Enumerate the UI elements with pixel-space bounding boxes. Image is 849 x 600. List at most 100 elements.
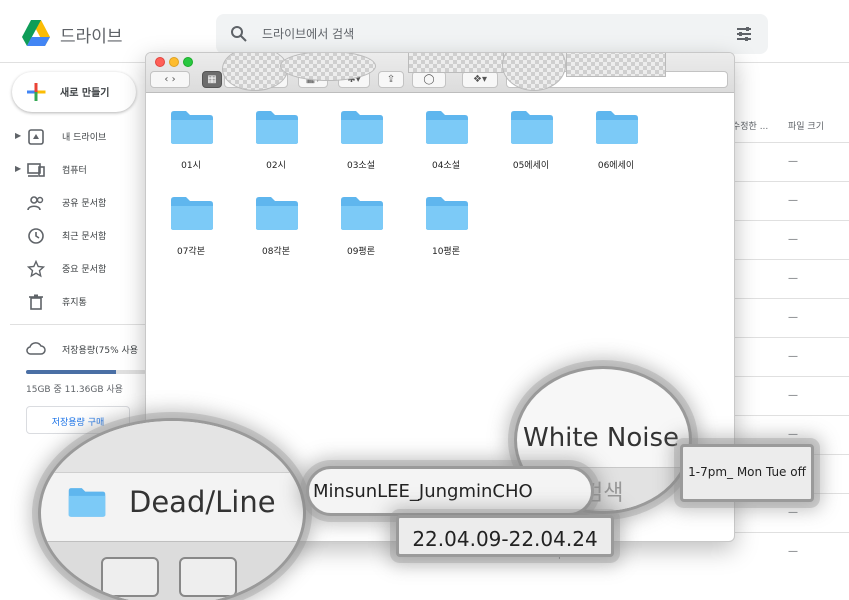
people-icon: [27, 196, 44, 211]
plus-icon: [27, 83, 46, 101]
exhibition-dates: 22.04.09-22.04.24: [412, 527, 598, 551]
clock-icon: [28, 228, 44, 244]
folder-label: 03소설: [346, 161, 375, 171]
zoom-window-button[interactable]: [183, 57, 193, 67]
folder-label: 02시: [266, 161, 286, 171]
grid-view-icon: ▦: [207, 74, 217, 85]
app-title: 드라이브: [60, 27, 123, 47]
google-drive-logo-icon[interactable]: [22, 20, 50, 46]
folder-icon: [171, 111, 213, 144]
folder-item[interactable]: 10평론: [411, 194, 481, 264]
folder-item[interactable]: 07각본: [156, 194, 226, 264]
opening-hours: 1-7pm_ Mon Tue off: [688, 465, 806, 479]
folder-item[interactable]: 04소설: [411, 108, 481, 178]
magnified-view-button: [179, 557, 237, 597]
search-input[interactable]: 드라이브에서 검색: [262, 25, 354, 42]
search-icon[interactable]: [230, 25, 248, 43]
folder-icon: [256, 111, 298, 144]
search-bar[interactable]: 드라이브에서 검색: [216, 14, 768, 54]
magnifier-hours: 1-7pm_ Mon Tue off: [680, 444, 814, 502]
folder-icon: [341, 197, 383, 230]
tags-button[interactable]: ◯: [412, 71, 446, 88]
folder-label: 06에세이: [597, 161, 635, 171]
folder-icon: [511, 111, 553, 144]
folder-label: 09평론: [346, 247, 375, 257]
column-header-size[interactable]: 파일 크기: [788, 119, 824, 132]
folder-icon: [171, 197, 213, 230]
dropbox-icon: ❖▾: [473, 74, 487, 85]
folder-label: 01시: [181, 161, 201, 171]
magnifier-dates: 22.04.09-22.04.24: [396, 515, 614, 557]
folder-item[interactable]: 09평론: [326, 194, 396, 264]
sidebar-item-recent[interactable]: 최근 문서함: [0, 225, 150, 247]
redacted-area: [280, 53, 376, 81]
sidebar-item-starred[interactable]: 중요 문서함: [0, 258, 150, 280]
sidebar-item-label: 휴지통: [62, 298, 87, 308]
chevron-left-right-icon: ‹ ›: [164, 74, 176, 85]
file-size-cell: —: [788, 546, 798, 557]
computer-icon: [27, 163, 45, 177]
share-icon: ⇪: [386, 74, 396, 85]
magnified-volume-name: White Noise: [523, 423, 679, 453]
sidebar-item-trash[interactable]: 휴지통: [0, 291, 150, 313]
redacted-area: [408, 53, 504, 73]
folder-icon: [596, 111, 638, 144]
search-options-icon[interactable]: [734, 24, 754, 44]
file-size-cell: —: [788, 234, 798, 245]
star-icon: [27, 260, 45, 278]
file-size-cell: —: [788, 390, 798, 401]
storage-usage-text: 15GB 중 11.36GB 사용: [26, 385, 123, 395]
file-size-cell: —: [788, 507, 798, 518]
my-drive-icon: [28, 129, 44, 145]
new-button[interactable]: 새로 만들기: [12, 72, 136, 112]
icon-view-button[interactable]: ▦: [202, 71, 222, 88]
file-size-cell: —: [788, 351, 798, 362]
redacted-area: [566, 53, 666, 77]
storage-label[interactable]: 저장용량(75% 사용: [62, 343, 138, 356]
storage-progress-bar: [26, 370, 146, 374]
folder-label: 04소설: [431, 161, 460, 171]
finder-toolbar: ‹ › ▦ ≡ ▥ ▭ ▦▾ ✱▾ ⇪ ◯ ❖▾: [146, 53, 734, 93]
sidebar-item-label: 최근 문서함: [62, 232, 107, 242]
column-header-modified[interactable]: 수정한 ...: [732, 119, 768, 132]
folder-item[interactable]: 05에세이: [496, 108, 566, 178]
expand-caret-icon[interactable]: ▶: [15, 131, 21, 140]
folder-icon: [68, 488, 106, 517]
magnifier-artists: MinsunLEE_JungminCHO: [306, 466, 594, 516]
dropbox-button[interactable]: ❖▾: [462, 71, 498, 88]
file-size-cell: —: [788, 312, 798, 323]
sidebar-item-computers[interactable]: ▶ 컴퓨터: [0, 159, 150, 181]
folder-item[interactable]: 08각본: [241, 194, 311, 264]
folder-item[interactable]: 02시: [241, 108, 311, 178]
magnified-toolbar-bottom: [41, 541, 303, 600]
minimize-window-button[interactable]: [169, 57, 179, 67]
sidebar-item-my-drive[interactable]: ▶ 내 드라이브: [0, 126, 150, 148]
magnified-folder-name: Dead/Line: [129, 485, 276, 519]
folder-icon: [256, 197, 298, 230]
sidebar-item-shared[interactable]: 공유 문서함: [0, 192, 150, 214]
cloud-icon: [26, 342, 46, 355]
folder-label: 10평론: [431, 247, 460, 257]
folder-icon: [426, 111, 468, 144]
tag-icon: ◯: [423, 74, 435, 85]
close-window-button[interactable]: [155, 57, 165, 67]
file-size-cell: —: [788, 195, 798, 206]
sidebar-item-label: 공유 문서함: [62, 199, 107, 209]
folder-icon: [341, 111, 383, 144]
file-size-cell: —: [788, 429, 798, 440]
share-button[interactable]: ⇪: [378, 71, 404, 88]
folder-item[interactable]: 01시: [156, 108, 226, 178]
storage-progress-fill: [26, 370, 116, 374]
back-forward-buttons[interactable]: ‹ ›: [150, 71, 190, 88]
expand-caret-icon[interactable]: ▶: [15, 164, 21, 173]
magnifier-folder: Dead/Line: [38, 418, 306, 600]
folder-label: 05에세이: [512, 161, 550, 171]
folder-item[interactable]: 03소설: [326, 108, 396, 178]
magnified-view-button: [101, 557, 159, 597]
folder-icon: [426, 197, 468, 230]
folder-label: 08각본: [261, 247, 290, 257]
file-size-cell: —: [788, 273, 798, 284]
artists-names: MinsunLEE_JungminCHO: [313, 481, 533, 502]
folder-item[interactable]: 06에세이: [581, 108, 651, 178]
sidebar-item-label: 중요 문서함: [62, 265, 107, 275]
